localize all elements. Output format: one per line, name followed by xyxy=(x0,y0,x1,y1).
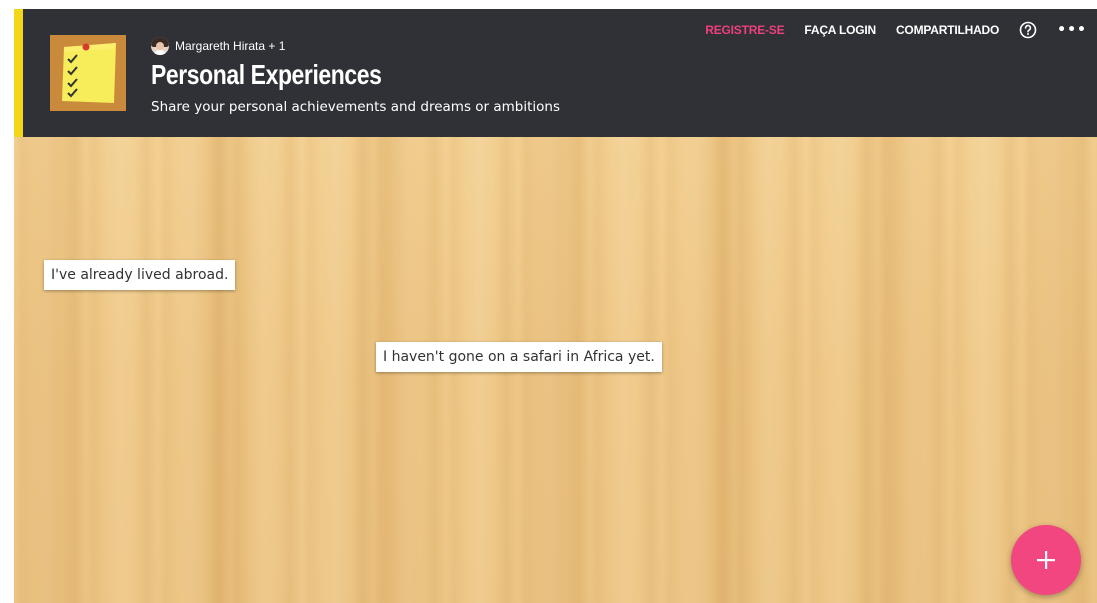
plus-icon xyxy=(1037,551,1055,569)
post-card[interactable]: I've already lived abroad. xyxy=(44,260,236,290)
contributors-row: Margareth Hirata + 1 xyxy=(151,37,285,55)
question-circle-icon[interactable] xyxy=(1019,21,1037,39)
top-nav: REGISTRE-SE FAÇA LOGIN COMPARTILHADO ••• xyxy=(705,21,1087,39)
shared-link[interactable]: COMPARTILHADO xyxy=(896,23,999,37)
wall-logo-icon xyxy=(50,35,126,111)
register-link[interactable]: REGISTRE-SE xyxy=(705,23,784,37)
page-subtitle: Share your personal achievements and dre… xyxy=(151,99,561,115)
login-link[interactable]: FAÇA LOGIN xyxy=(804,23,876,37)
wall-header: Margareth Hirata + 1 Personal Experience… xyxy=(14,9,1097,137)
page-title: Personal Experiences xyxy=(151,59,382,90)
avatar xyxy=(151,37,169,55)
contributors-label: Margareth Hirata + 1 xyxy=(175,39,286,53)
post-card[interactable]: I haven't gone on a safari in Africa yet… xyxy=(376,342,662,372)
wall-board: I've already lived abroad. I haven't gon… xyxy=(14,137,1097,603)
padlet-wall: Margareth Hirata + 1 Personal Experience… xyxy=(14,9,1097,603)
more-horizontal-icon[interactable]: ••• xyxy=(1057,23,1087,37)
add-post-button[interactable] xyxy=(1011,525,1081,595)
